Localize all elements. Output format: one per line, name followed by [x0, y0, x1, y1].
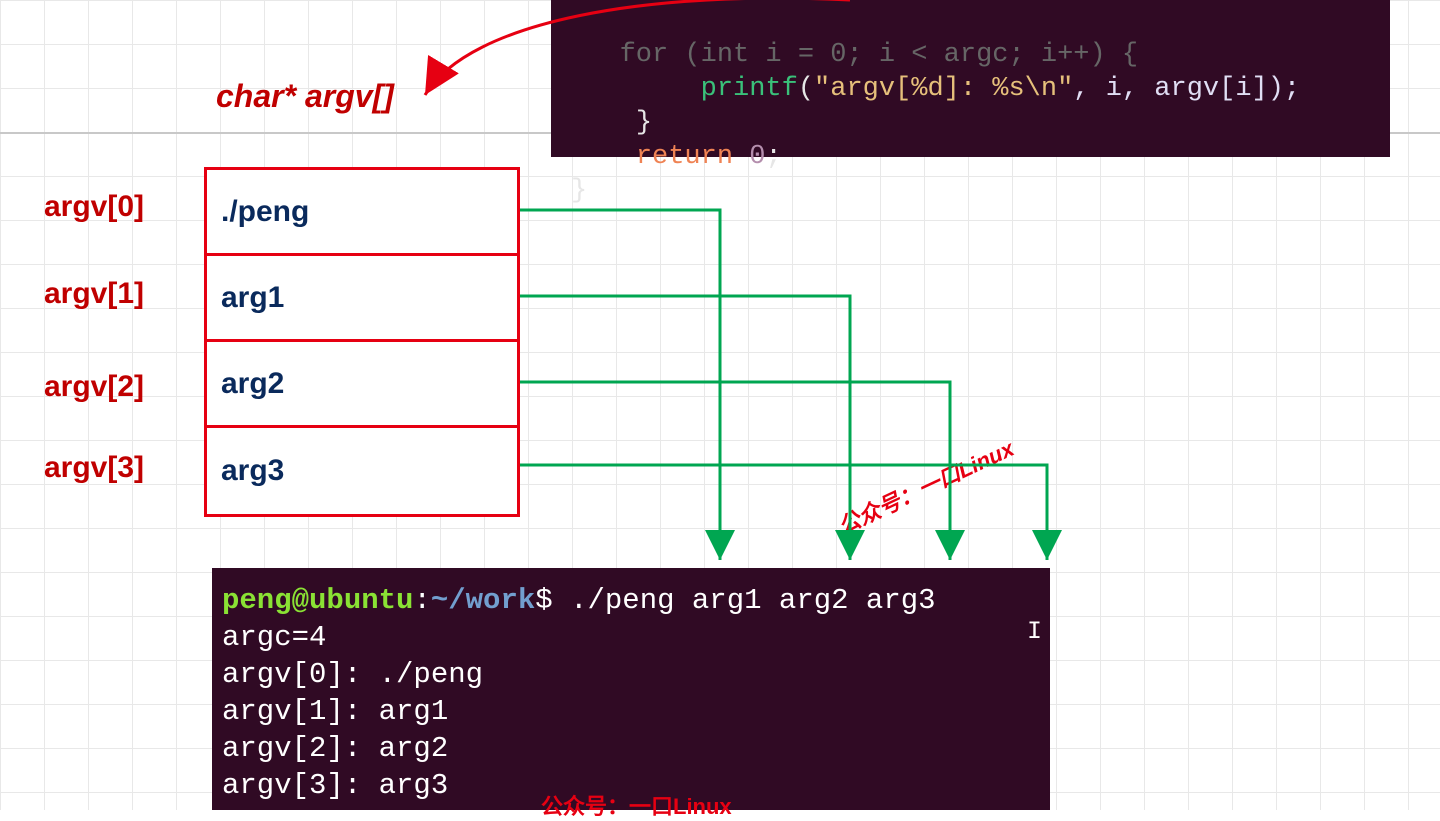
terminal-line-1: argv[0]: ./peng [222, 658, 483, 691]
code-fn-printf: printf [701, 74, 798, 104]
argv-value-2: arg2 [221, 367, 284, 401]
terminal-line-3: argv[2]: arg2 [222, 732, 448, 765]
terminal-command: ./peng arg1 arg2 arg3 [570, 584, 935, 617]
terminal-line-2: argv[1]: arg1 [222, 695, 448, 728]
terminal-output: peng@ubuntu:~/work$ ./peng arg1 arg2 arg… [212, 568, 1050, 810]
code-line-obscured: for (int i = 0; i < argc; i++) { [571, 40, 1138, 70]
terminal-user: peng@ubuntu [222, 584, 413, 617]
code-brace: } [636, 108, 652, 138]
code-return-kw: return [636, 142, 733, 172]
code-semicolon: ; [765, 142, 781, 172]
argv-title-label: char* argv[] [216, 78, 394, 115]
terminal-line-4: argv[3]: arg3 [222, 769, 448, 802]
argv-cell-2: arg2 [207, 342, 517, 428]
argv-value-3: arg3 [221, 454, 284, 488]
terminal-prompt: $ [535, 584, 570, 617]
watermark-lower: 公众号：一口Linux [541, 789, 732, 821]
terminal-path: ~/work [431, 584, 535, 617]
code-editor-snippet: for (int i = 0; i < argc; i++) { printf(… [551, 0, 1390, 157]
argv-array-box: ./peng arg1 arg2 arg3 [204, 167, 520, 517]
argv-cell-0: ./peng [207, 170, 517, 256]
terminal-colon: : [413, 584, 430, 617]
code-args: , i, argv[i]); [1073, 74, 1300, 104]
argv-index-label-3: argv[3] [44, 451, 144, 485]
code-return-val: 0 [749, 142, 765, 172]
argv-cell-3: arg3 [207, 428, 517, 514]
argv-cell-1: arg1 [207, 256, 517, 342]
text-cursor-icon: I [1027, 617, 1042, 646]
argv-index-label-0: argv[0] [44, 190, 144, 224]
argv-index-label-2: argv[2] [44, 370, 144, 404]
code-brace-outer: } [571, 176, 587, 206]
argv-value-0: ./peng [221, 195, 309, 229]
argv-index-label-1: argv[1] [44, 277, 144, 311]
argv-value-1: arg1 [221, 281, 284, 315]
terminal-line-0: argc=4 [222, 621, 326, 654]
code-string-literal: "argv[%d]: %s\n" [814, 74, 1073, 104]
